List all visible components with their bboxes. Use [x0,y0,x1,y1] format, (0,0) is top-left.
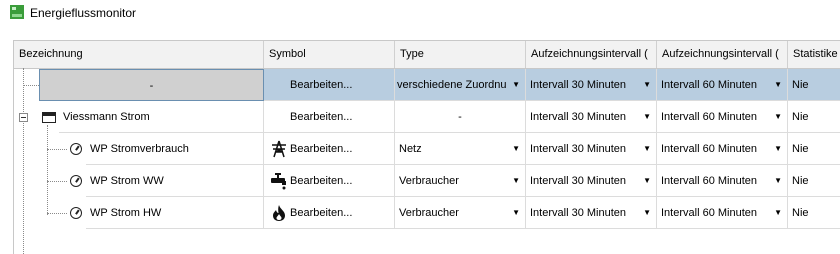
gauge-icon [70,143,82,155]
title-bar: Energieflussmonitor [0,0,840,27]
interval2-select[interactable]: Intervall 60 Minuten ▼ [657,101,788,133]
statistics-cell[interactable]: Nie [788,133,840,165]
symbol-cell[interactable]: Bearbeiten... [264,101,395,133]
gauge-icon [70,175,82,187]
interval2-value: Intervall 60 Minuten [661,207,757,219]
interval2-value: Intervall 60 Minuten [661,175,757,187]
name-cell[interactable]: WP Strom WW [86,165,264,197]
table-row-selected[interactable]: - Bearbeiten... verschiedene Zuordnu ▼ In… [14,69,840,101]
name-cell[interactable]: WP Stromverbrauch [86,133,264,165]
table-row[interactable]: WP Strom HW Bearbeiten... Verbraucher ▼ I… [14,197,840,229]
table-row[interactable]: WP Stromverbrauch Bearbeiten... Netz ▼ In… [14,133,840,165]
interval2-value: Intervall 60 Minuten [661,143,757,155]
chevron-down-icon: ▼ [774,144,782,153]
name-cell[interactable]: WP Strom HW [86,197,264,229]
chevron-down-icon: ▼ [774,208,782,217]
faucet-icon [271,173,286,190]
type-select[interactable]: Verbraucher ▼ [395,165,526,197]
column-header-statistics[interactable]: Statistike [788,41,840,68]
chevron-down-icon: ▼ [774,112,782,121]
column-header-symbol[interactable]: Symbol [264,41,395,68]
name-cell[interactable]: Viessmann Strom [59,101,264,133]
interval2-value: Intervall 60 Minuten [661,79,757,91]
symbol-cell[interactable]: Bearbeiten... [264,69,395,101]
chevron-down-icon: ▼ [774,80,782,89]
interval1-value: Intervall 30 Minuten [530,175,626,187]
column-header-type[interactable]: Type [395,41,526,68]
interval1-value: Intervall 30 Minuten [530,143,626,155]
type-value: Netz [399,143,422,155]
chevron-down-icon: ▼ [643,208,651,217]
name-cell[interactable]: - [39,69,264,101]
edit-symbol-link[interactable]: Bearbeiten... [290,133,352,164]
chevron-down-icon: ▼ [512,80,520,89]
energy-grid: Bezeichnung Symbol Type Aufzeichnungsint… [13,40,840,254]
edit-symbol-link[interactable]: Bearbeiten... [290,69,352,100]
interval1-select[interactable]: Intervall 30 Minuten ▼ [526,101,657,133]
type-value: verschiedene Zuordnu [397,79,507,91]
column-header-interval2[interactable]: Aufzeichnungsintervall ( [657,41,788,68]
interval1-select[interactable]: Intervall 30 Minuten ▼ [526,197,657,229]
chevron-down-icon: ▼ [643,176,651,185]
folder-icon [42,112,56,123]
type-select[interactable]: Netz ▼ [395,133,526,165]
edit-symbol-link[interactable]: Bearbeiten... [290,101,352,132]
interval1-value: Intervall 30 Minuten [530,79,626,91]
chevron-down-icon: ▼ [512,208,520,217]
symbol-cell[interactable]: Bearbeiten... [264,197,395,229]
power-tower-icon [272,140,286,158]
table-row[interactable]: Viessmann Strom Bearbeiten... - Interval… [14,101,840,133]
app-icon [10,5,24,19]
type-value: Verbraucher [399,175,459,187]
interval2-select[interactable]: Intervall 60 Minuten ▼ [657,165,788,197]
grid-header: Bezeichnung Symbol Type Aufzeichnungsint… [14,41,840,69]
type-cell: - [395,101,526,133]
statistics-cell[interactable]: Nie [788,197,840,229]
chevron-down-icon: ▼ [643,144,651,153]
type-value: Verbraucher [399,207,459,219]
type-select[interactable]: verschiedene Zuordnu ▼ [395,69,526,101]
type-select[interactable]: Verbraucher ▼ [395,197,526,229]
interval2-select[interactable]: Intervall 60 Minuten ▼ [657,133,788,165]
interval1-value: Intervall 30 Minuten [530,111,626,123]
interval2-select[interactable]: Intervall 60 Minuten ▼ [657,197,788,229]
edit-symbol-link[interactable]: Bearbeiten... [290,165,352,196]
window-title: Energieflussmonitor [30,6,137,20]
chevron-down-icon: ▼ [643,112,651,121]
chevron-down-icon: ▼ [512,176,520,185]
flame-icon [273,205,285,221]
table-row[interactable]: WP Strom WW Bearbeiten... Verbraucher ▼ I… [14,165,840,197]
chevron-down-icon: ▼ [643,80,651,89]
gauge-icon [70,207,82,219]
statistics-cell[interactable]: Nie [788,101,840,133]
collapse-toggle[interactable] [19,113,28,122]
symbol-cell[interactable]: Bearbeiten... [264,133,395,165]
interval1-select[interactable]: Intervall 30 Minuten ▼ [526,69,657,101]
edit-symbol-link[interactable]: Bearbeiten... [290,197,352,228]
column-header-interval1[interactable]: Aufzeichnungsintervall ( [526,41,657,68]
interval2-value: Intervall 60 Minuten [661,111,757,123]
chevron-down-icon: ▼ [512,144,520,153]
column-header-name[interactable]: Bezeichnung [14,41,264,68]
statistics-cell[interactable]: Nie [788,165,840,197]
interval2-select[interactable]: Intervall 60 Minuten ▼ [657,69,788,101]
statistics-cell[interactable]: Nie [788,69,840,101]
interval1-value: Intervall 30 Minuten [530,207,626,219]
chevron-down-icon: ▼ [774,176,782,185]
interval1-select[interactable]: Intervall 30 Minuten ▼ [526,133,657,165]
symbol-cell[interactable]: Bearbeiten... [264,165,395,197]
interval1-select[interactable]: Intervall 30 Minuten ▼ [526,165,657,197]
